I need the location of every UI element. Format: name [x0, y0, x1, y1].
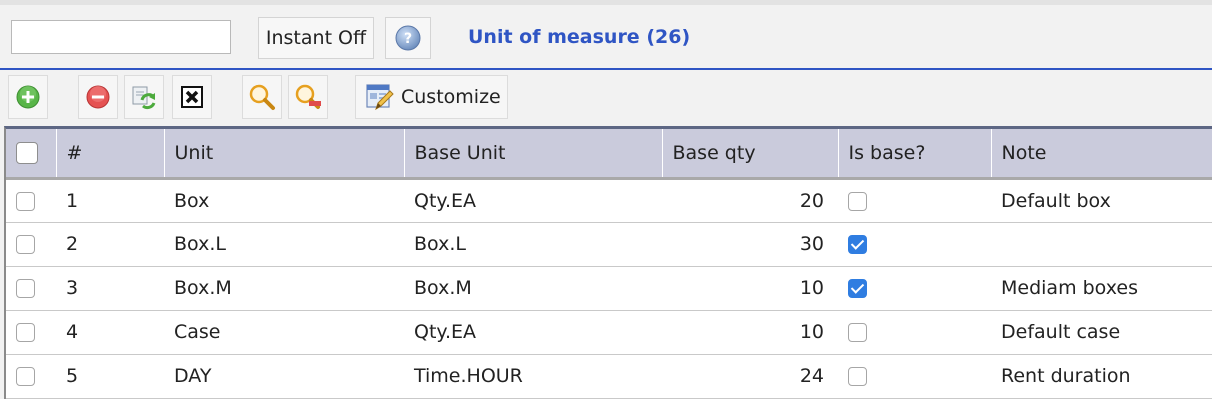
is-base-checkbox[interactable] [848, 191, 867, 211]
row-is-base-cell [838, 222, 991, 267]
row-base-qty: 20 [662, 178, 838, 223]
row-number: 1 [56, 178, 164, 223]
row-note: Rent duration [991, 354, 1212, 399]
delete-icon [86, 85, 110, 109]
help-icon: ? [395, 25, 421, 51]
row-number: 3 [56, 266, 164, 311]
select-all-cell [6, 129, 57, 180]
row-unit: Box.L [164, 222, 404, 267]
clear-button[interactable] [172, 75, 212, 119]
row-base-unit: Qty.EA [404, 178, 662, 223]
instant-toggle-button[interactable]: Instant Off [258, 17, 374, 59]
row-note: Default case [991, 310, 1212, 355]
row-select-checkbox[interactable] [16, 323, 35, 342]
column-header-number[interactable]: # [56, 129, 165, 180]
row-select-cell [6, 354, 56, 399]
instant-toggle-label: Instant Off [265, 27, 367, 49]
table-row[interactable]: 1 Box Qty.EA 20 Default box [6, 178, 1212, 223]
row-base-qty: 30 [662, 222, 838, 267]
column-header-note[interactable]: Note [991, 129, 1212, 180]
row-note: Default box [991, 178, 1212, 223]
toolbar: Customize [0, 70, 1212, 126]
row-is-base-cell [838, 266, 991, 311]
record-count: (26) [646, 26, 691, 48]
row-base-unit: Time.HOUR [404, 354, 662, 399]
row-note: Mediam boxes [991, 266, 1212, 311]
row-base-unit: Box.L [404, 222, 662, 267]
search-remove-button[interactable] [288, 75, 328, 119]
table-row[interactable]: 4 Case Qty.EA 10 Default case [6, 310, 1212, 355]
table-header-row: # Unit Base Unit Base qty Is base? Note [6, 129, 1212, 180]
delete-button[interactable] [78, 75, 118, 119]
row-is-base-cell [838, 178, 991, 223]
row-is-base-cell [838, 354, 991, 399]
svg-text:?: ? [404, 31, 412, 47]
clear-icon [181, 86, 203, 108]
column-header-is-base[interactable]: Is base? [838, 129, 992, 180]
row-select-checkbox[interactable] [16, 191, 35, 211]
select-all-checkbox[interactable] [16, 142, 38, 164]
row-unit: DAY [164, 354, 404, 399]
row-base-qty: 24 [662, 354, 838, 399]
row-base-qty: 10 [662, 266, 838, 311]
page-title: Unit of measure (26) [468, 26, 690, 48]
refresh-button[interactable] [124, 75, 164, 119]
row-note [991, 222, 1212, 267]
table-row[interactable]: 5 DAY Time.HOUR 24 Rent duration [6, 354, 1212, 399]
is-base-checkbox[interactable] [848, 235, 867, 254]
row-number: 2 [56, 222, 164, 267]
row-select-cell [6, 222, 56, 267]
row-select-checkbox[interactable] [16, 279, 35, 298]
search-input[interactable] [11, 20, 231, 54]
column-header-base-unit[interactable]: Base Unit [404, 129, 663, 180]
column-header-unit[interactable]: Unit [164, 129, 405, 180]
customize-button[interactable]: Customize [355, 75, 508, 119]
is-base-checkbox[interactable] [848, 367, 867, 386]
header-stripe [0, 0, 1212, 5]
search-remove-icon [295, 84, 321, 109]
row-unit: Box.M [164, 266, 404, 311]
table-row[interactable]: 2 Box.L Box.L 30 [6, 222, 1212, 267]
row-select-cell [6, 266, 56, 311]
row-number: 5 [56, 354, 164, 399]
row-unit: Box [164, 178, 404, 223]
add-button[interactable] [8, 75, 48, 119]
row-is-base-cell [838, 310, 991, 355]
row-base-unit: Box.M [404, 266, 662, 311]
refresh-icon [132, 86, 156, 110]
header-bar: Instant Off ? Unit of measure (26) [0, 0, 1212, 70]
row-base-unit: Qty.EA [404, 310, 662, 355]
customize-icon [366, 84, 394, 111]
column-header-base-qty[interactable]: Base qty [662, 129, 839, 180]
row-select-cell [6, 178, 56, 223]
table-row[interactable]: 3 Box.M Box.M 10 Mediam boxes [6, 266, 1212, 311]
search-button[interactable] [242, 75, 282, 119]
customize-label: Customize [401, 86, 501, 108]
row-base-qty: 10 [662, 310, 838, 355]
row-unit: Case [164, 310, 404, 355]
search-icon [249, 84, 275, 110]
is-base-checkbox[interactable] [848, 279, 867, 298]
data-grid: # Unit Base Unit Base qty Is base? Note … [4, 126, 1212, 399]
uom-table: # Unit Base Unit Base qty Is base? Note … [6, 129, 1212, 399]
is-base-checkbox[interactable] [848, 323, 867, 342]
row-select-checkbox[interactable] [16, 235, 35, 254]
help-button[interactable]: ? [385, 17, 431, 59]
row-select-cell [6, 310, 56, 355]
page-title-text: Unit of measure [468, 26, 640, 48]
row-number: 4 [56, 310, 164, 355]
row-select-checkbox[interactable] [16, 367, 35, 386]
add-icon [16, 85, 40, 109]
